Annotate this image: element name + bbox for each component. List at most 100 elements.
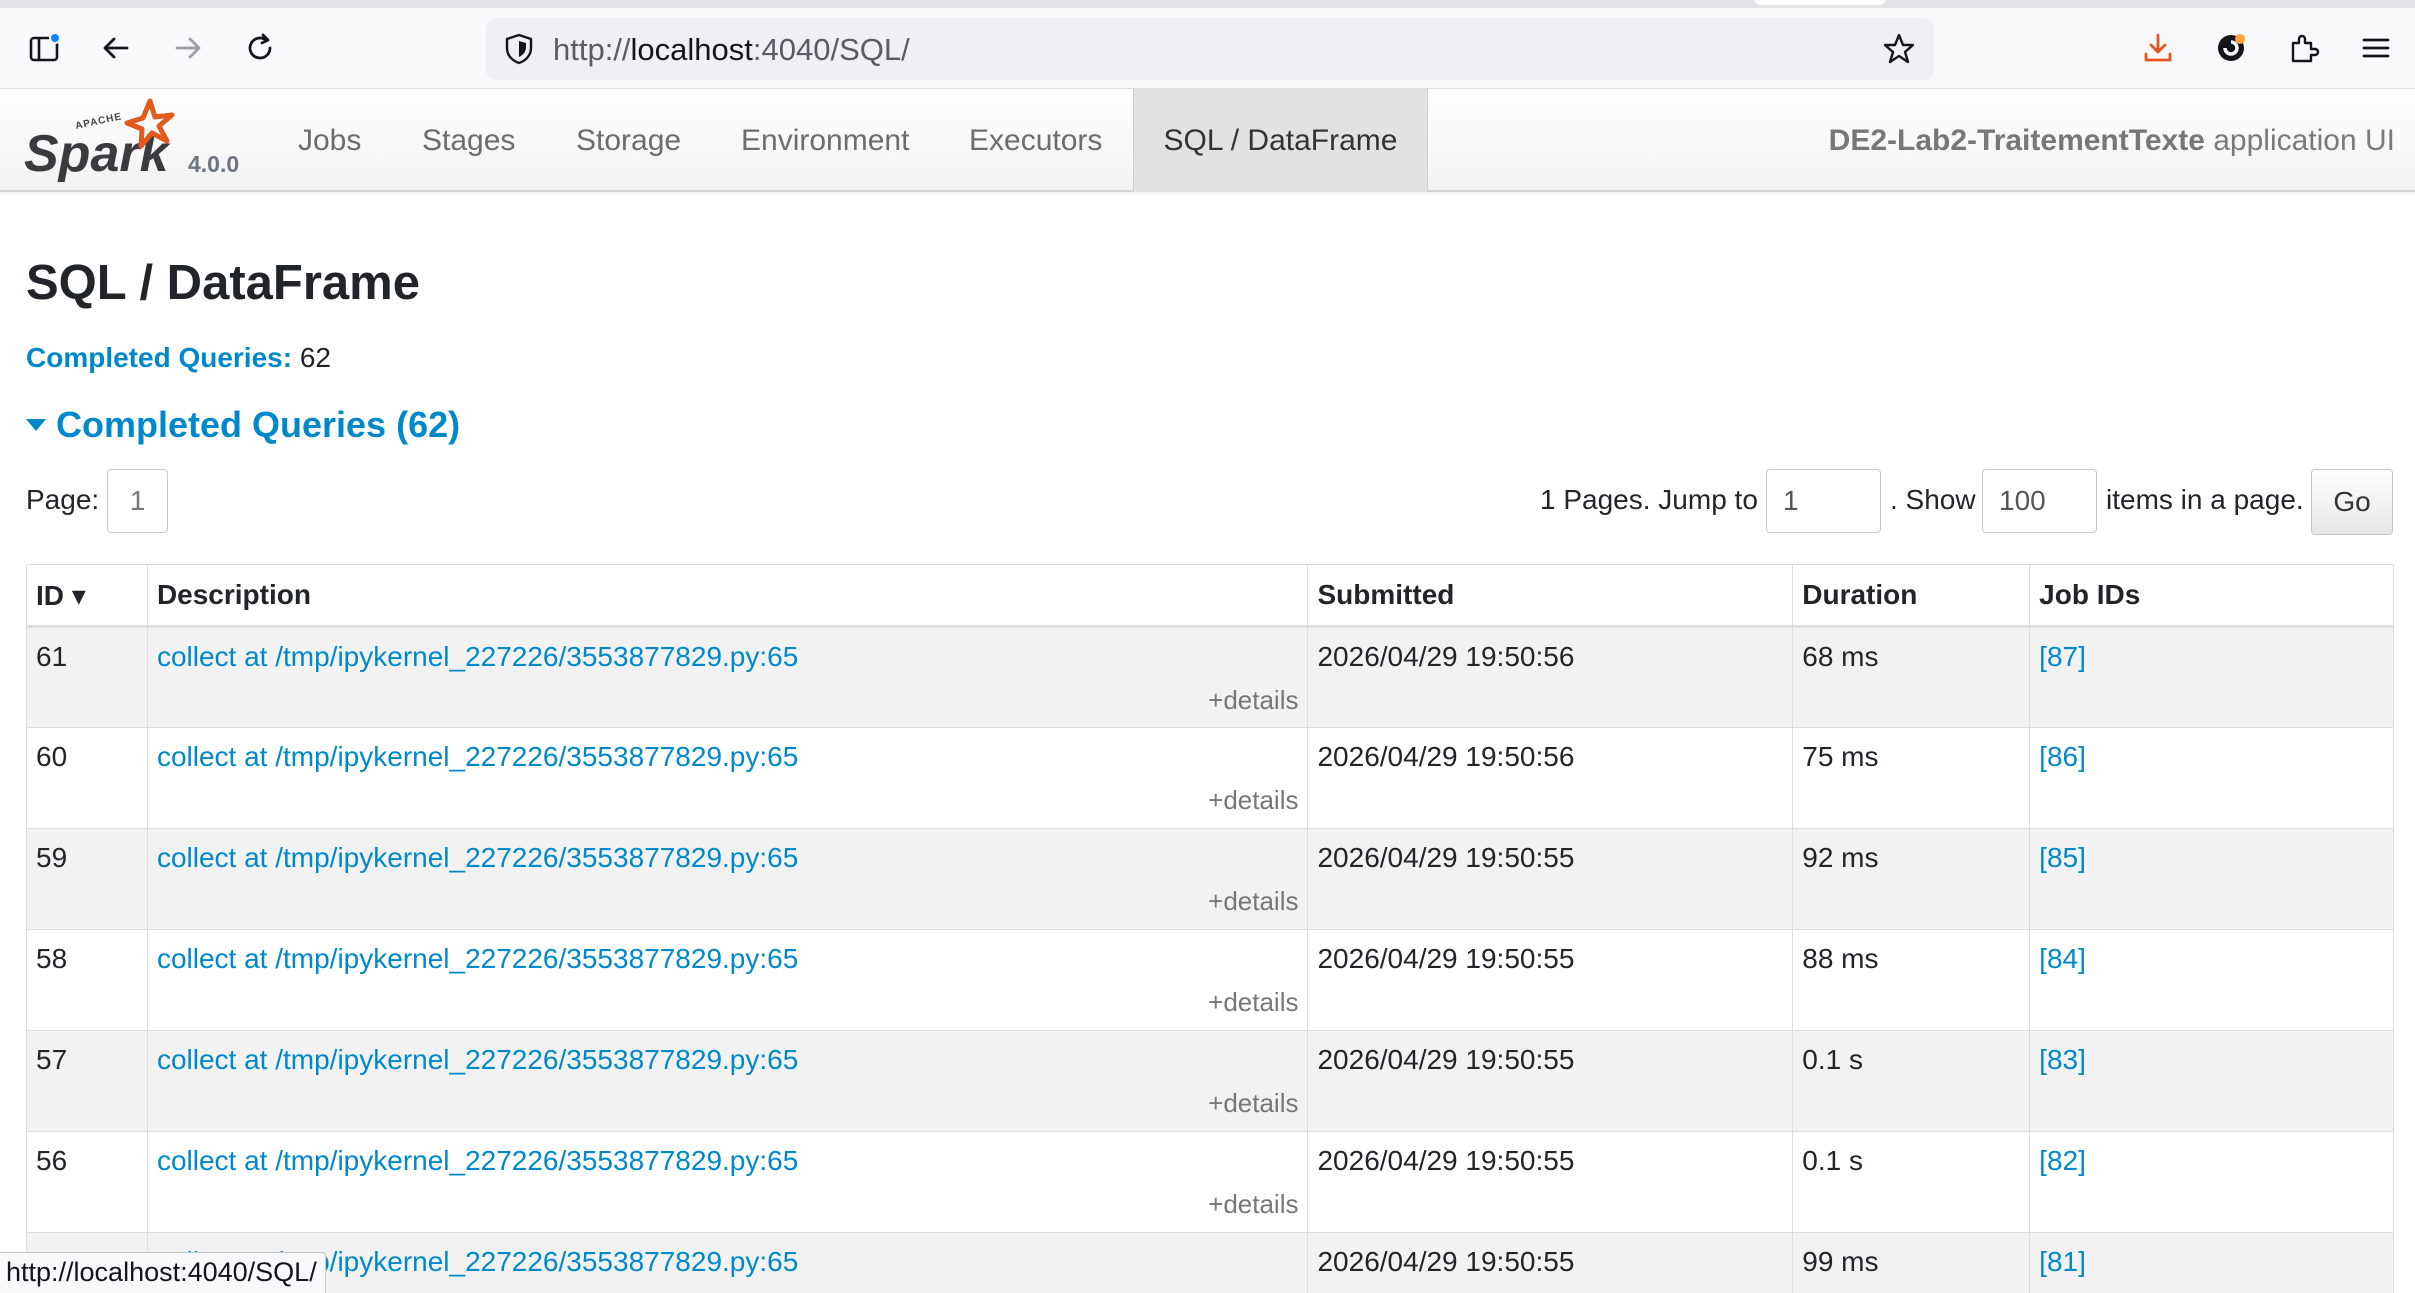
url-prefix: http:// xyxy=(553,32,631,67)
cell-id: 60 xyxy=(26,727,148,829)
table-row: 59 collect at /tmp/ipykernel_227226/3553… xyxy=(26,828,2394,930)
table-header-row: ID ▾ Description Submitted Duration Job … xyxy=(26,564,2394,628)
query-description-link[interactable]: collect at /tmp/ipykernel_227226/3553877… xyxy=(157,943,798,974)
go-button[interactable]: Go xyxy=(2311,469,2393,535)
table-row: 55 collect at /tmp/ipykernel_227226/3553… xyxy=(26,1232,2394,1293)
cell-submitted: 2026/04/29 19:50:55 xyxy=(1307,828,1794,930)
job-id-link[interactable]: [81] xyxy=(2039,1246,2086,1277)
cell-job-ids: [82] xyxy=(2029,1131,2394,1233)
bookmark-star-icon[interactable] xyxy=(1882,32,1916,66)
job-id-link[interactable]: [85] xyxy=(2039,842,2086,873)
page-size-input[interactable]: 100 xyxy=(1982,469,2097,533)
query-description-link[interactable]: collect at /tmp/ipykernel_227226/3553877… xyxy=(157,1145,798,1176)
job-id-link[interactable]: [84] xyxy=(2039,943,2086,974)
completed-summary-label[interactable]: Completed Queries: xyxy=(26,342,292,373)
downloads-icon[interactable] xyxy=(2130,20,2186,76)
menu-icon[interactable] xyxy=(2348,20,2404,76)
table-row: 60 collect at /tmp/ipykernel_227226/3553… xyxy=(26,727,2394,829)
details-toggle[interactable]: +details xyxy=(1208,685,1298,716)
reload-icon[interactable] xyxy=(232,20,288,76)
page-label: Page: xyxy=(26,484,100,515)
status-bar-url: http://localhost:4040/SQL/ xyxy=(0,1252,326,1293)
cell-description: collect at /tmp/ipykernel_227226/3553877… xyxy=(146,1131,1309,1233)
nav-storage[interactable]: Storage xyxy=(576,89,681,192)
column-header-job-ids[interactable]: Job IDs xyxy=(2029,564,2394,628)
cell-description: collect at /tmp/ipykernel_227226/3553877… xyxy=(146,626,1309,728)
cell-job-ids: [87] xyxy=(2029,626,2394,728)
details-toggle[interactable]: +details xyxy=(1208,987,1298,1018)
active-tab-edge[interactable] xyxy=(1755,0,1885,5)
query-description-link[interactable]: collect at /tmp/ipykernel_227226/3553877… xyxy=(157,641,798,672)
show-text: . Show xyxy=(1890,484,1976,515)
nav-stages[interactable]: Stages xyxy=(422,89,515,192)
completed-summary: Completed Queries: 62 xyxy=(26,342,331,374)
column-header-description[interactable]: Description xyxy=(146,564,1309,628)
cell-job-ids: [85] xyxy=(2029,828,2394,930)
app-title: DE2-Lab2-TraitementTexte application UI xyxy=(1829,89,2395,192)
details-toggle[interactable]: +details xyxy=(1208,1189,1298,1220)
cell-submitted: 2026/04/29 19:50:55 xyxy=(1307,1232,1794,1293)
browser-toolbar: http://localhost:4040/SQL/ xyxy=(0,0,2415,89)
nav-environment[interactable]: Environment xyxy=(741,89,909,192)
cell-job-ids: [81] xyxy=(2029,1232,2394,1293)
query-description-link[interactable]: collect at /tmp/ipykernel_227226/3553877… xyxy=(157,741,798,772)
extensions-icon[interactable] xyxy=(2276,20,2332,76)
back-icon[interactable] xyxy=(88,20,144,76)
query-description-link[interactable]: collect at /tmp/ipykernel_227226/3553877… xyxy=(157,842,798,873)
url-path: :4040/SQL/ xyxy=(752,32,910,67)
pages-jump-text: 1 Pages. Jump to xyxy=(1540,484,1758,515)
cell-duration: 99 ms xyxy=(1792,1232,2031,1293)
spark-logo[interactable]: APACHE Spark 4.0.0 xyxy=(22,95,252,187)
caret-down-icon xyxy=(26,419,46,431)
page-number-link[interactable]: 1 xyxy=(107,469,168,533)
cell-duration: 68 ms xyxy=(1792,626,2031,728)
cell-submitted: 2026/04/29 19:50:56 xyxy=(1307,626,1794,728)
job-id-link[interactable]: [86] xyxy=(2039,741,2086,772)
cell-description: collect at /tmp/ipykernel_227226/3553877… xyxy=(146,929,1309,1031)
cell-id: 56 xyxy=(26,1131,148,1233)
account-icon[interactable] xyxy=(2203,20,2259,76)
cell-duration: 75 ms xyxy=(1792,727,2031,829)
column-header-id[interactable]: ID ▾ xyxy=(26,564,148,628)
details-toggle[interactable]: +details xyxy=(1208,886,1298,917)
table-row: 57 collect at /tmp/ipykernel_227226/3553… xyxy=(26,1030,2394,1132)
cell-id: 59 xyxy=(26,828,148,930)
app-suffix: application UI xyxy=(2204,124,2395,157)
nav-jobs[interactable]: Jobs xyxy=(298,89,361,192)
job-id-link[interactable]: [82] xyxy=(2039,1145,2086,1176)
url-bar[interactable]: http://localhost:4040/SQL/ xyxy=(486,18,1934,80)
cell-duration: 88 ms xyxy=(1792,929,2031,1031)
details-toggle[interactable]: +details xyxy=(1208,1088,1298,1119)
table-row: 58 collect at /tmp/ipykernel_227226/3553… xyxy=(26,929,2394,1031)
cell-submitted: 2026/04/29 19:50:56 xyxy=(1307,727,1794,829)
job-id-link[interactable]: [87] xyxy=(2039,641,2086,672)
completed-queries-toggle[interactable]: Completed Queries (62) xyxy=(26,404,460,446)
completed-summary-value: 62 xyxy=(292,342,331,373)
cell-id: 61 xyxy=(26,626,148,728)
cell-description: collect at /tmp/ipykernel_227226/3553877… xyxy=(146,727,1309,829)
cell-submitted: 2026/04/29 19:50:55 xyxy=(1307,1030,1794,1132)
forward-icon[interactable] xyxy=(160,20,216,76)
url-host: localhost xyxy=(630,32,753,67)
sidebar-toggle-icon[interactable] xyxy=(16,20,72,76)
app-name: DE2-Lab2-TraitementTexte xyxy=(1828,124,2205,157)
url-text[interactable]: http://localhost:4040/SQL/ xyxy=(553,32,910,68)
cell-description: collect at /tmp/ipykernel_227226/3553877… xyxy=(146,1030,1309,1132)
details-toggle[interactable]: +details xyxy=(1208,785,1298,816)
spark-navbar: APACHE Spark 4.0.0 Jobs Stages Storage E… xyxy=(0,89,2415,192)
cell-id: 57 xyxy=(26,1030,148,1132)
column-header-submitted[interactable]: Submitted xyxy=(1307,564,1794,628)
job-id-link[interactable]: [83] xyxy=(2039,1044,2086,1075)
column-header-duration[interactable]: Duration xyxy=(1792,564,2031,628)
tracking-protection-icon[interactable] xyxy=(502,32,536,66)
spark-version: 4.0.0 xyxy=(188,151,240,177)
items-per-page-text: items in a page. xyxy=(2106,484,2304,515)
nav-sql-dataframe[interactable]: SQL / DataFrame xyxy=(1133,89,1428,192)
jump-to-page-input[interactable]: 1 xyxy=(1766,469,1881,533)
nav-executors[interactable]: Executors xyxy=(969,89,1102,192)
queries-table: ID ▾ Description Submitted Duration Job … xyxy=(26,564,2394,1293)
cell-submitted: 2026/04/29 19:50:55 xyxy=(1307,929,1794,1031)
cell-id: 58 xyxy=(26,929,148,1031)
query-description-link[interactable]: collect at /tmp/ipykernel_227226/3553877… xyxy=(157,1044,798,1075)
spark-logo-icon: APACHE Spark xyxy=(24,98,175,183)
